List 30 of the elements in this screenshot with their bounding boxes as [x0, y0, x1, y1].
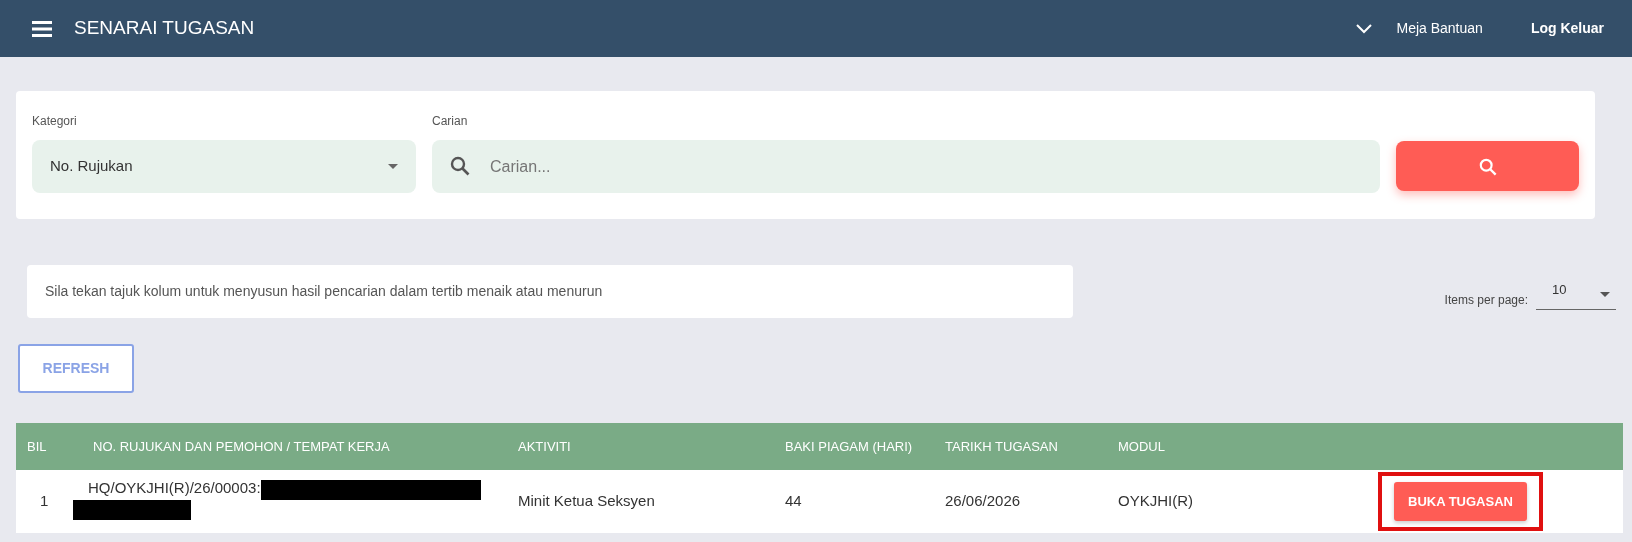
table-cell: 44 — [785, 492, 802, 510]
caret-icon — [388, 164, 398, 169]
column-header[interactable]: BAKI PIAGAM (HARI) — [785, 438, 913, 454]
table-cell: 1 — [40, 492, 49, 510]
column-header[interactable]: BIL — [27, 438, 47, 454]
table-cell: 26/06/2026 — [945, 492, 1021, 510]
items-per-page-label: Items per page: — [1444, 291, 1528, 309]
column-header[interactable]: NO. RUJUKAN DAN PEMOHON / TEMPAT KERJA — [93, 438, 390, 454]
items-per-page-select[interactable]: 10 — [1536, 273, 1616, 310]
field-label: Kategori — [32, 113, 77, 130]
table-cell-text: HQ/OYKJHI(R)/26/00003: — [88, 478, 261, 498]
column-header[interactable]: AKTIVITI — [518, 438, 571, 454]
category-select[interactable]: No. Rujukan — [32, 140, 416, 193]
refresh-button[interactable]: REFRESH — [18, 344, 134, 393]
search-icon — [1478, 157, 1497, 176]
hint-text: Sila tekan tajuk kolum untuk menyusun hasil pencarian dalam tertib menaik atau menurun — [45, 282, 603, 301]
select-value: 10 — [1552, 280, 1567, 299]
nav-link[interactable]: Meja Bantuan — [1396, 18, 1483, 39]
column-header[interactable]: MODUL — [1118, 438, 1165, 454]
table-cell: Minit Ketua Seksyen — [518, 492, 655, 510]
column-header[interactable]: TARIKH TUGASAN — [945, 438, 1058, 454]
field-label: Carian — [432, 113, 468, 130]
open-task-button[interactable]: BUKA TUGASAN — [1394, 481, 1527, 522]
caret-icon — [1600, 291, 1610, 297]
page-title: SENARAI TUGASAN — [74, 16, 255, 41]
select-value: No. Rujukan — [50, 156, 133, 177]
search-field[interactable]: Carian... — [432, 140, 1380, 193]
nav-link[interactable]: Log Keluar — [1530, 18, 1604, 39]
search-icon — [450, 156, 470, 176]
table-cell: OYKJHI(R) — [1118, 492, 1193, 510]
